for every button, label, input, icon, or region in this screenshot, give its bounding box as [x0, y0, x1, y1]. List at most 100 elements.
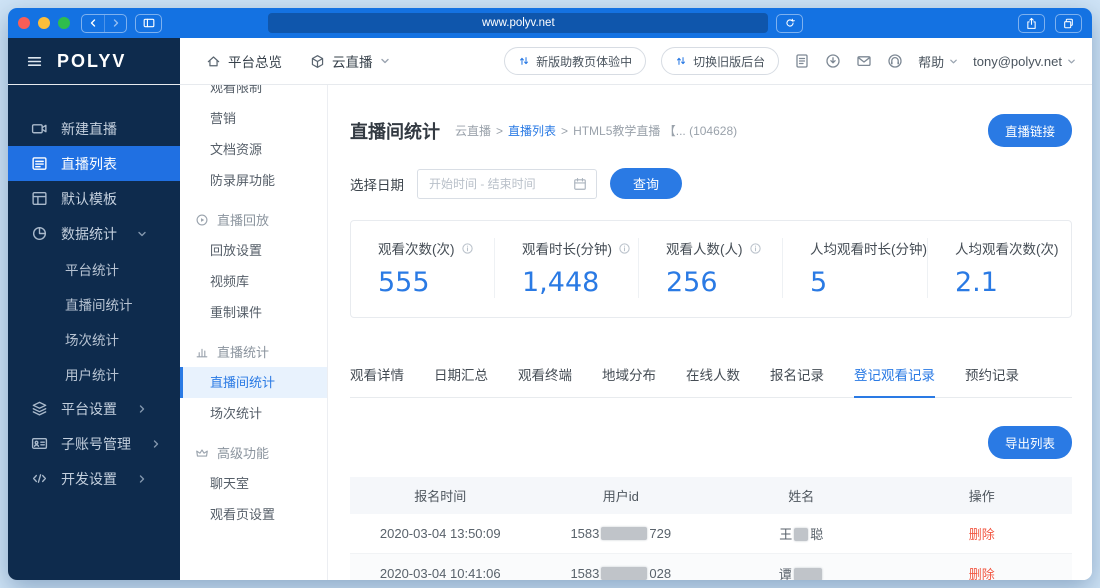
tab-reservation-records[interactable]: 预约记录 — [965, 364, 1019, 397]
tab-online-users[interactable]: 在线人数 — [686, 364, 740, 397]
notice-icon[interactable] — [794, 53, 810, 69]
nav-platform-overview-label: 平台总览 — [228, 55, 282, 70]
name-suffix: 聪 — [810, 527, 824, 542]
stat-viewer-count: 观看人数(人) 256 — [638, 238, 782, 298]
subnav-item-session-statistics[interactable]: 场次统计 — [180, 398, 327, 429]
switch-old-admin-label: 切换旧版后台 — [693, 54, 766, 69]
subnav-group-live-statistics[interactable]: 直播统计 — [180, 336, 327, 367]
sidebar-item-platform-settings[interactable]: 平台设置 — [8, 391, 180, 426]
delete-link[interactable]: 删除 — [969, 567, 995, 580]
tab-signup-records[interactable]: 报名记录 — [770, 364, 824, 397]
sidebar-subitem-room-statistics[interactable]: 直播间统计 — [8, 286, 180, 321]
subnav-group-advanced[interactable]: 高级功能 — [180, 437, 327, 468]
address-bar[interactable]: www.polyv.net — [268, 13, 769, 33]
col-header-action: 操作 — [968, 489, 995, 504]
user-id-suffix: 729 — [649, 526, 672, 541]
polyv-logo[interactable]: POLYV — [57, 51, 126, 72]
forward-button[interactable] — [104, 14, 126, 32]
tab-date-summary[interactable]: 日期汇总 — [434, 364, 488, 397]
crown-icon — [195, 446, 209, 460]
live-link-button[interactable]: 直播链接 — [987, 114, 1072, 147]
subnav-item-marketing[interactable]: 营销 — [180, 103, 327, 134]
close-window-button[interactable] — [18, 17, 30, 29]
camera-icon — [30, 120, 48, 137]
zoom-window-button[interactable] — [58, 17, 70, 29]
reload-button[interactable] — [776, 13, 804, 33]
sidebar-item-live-list[interactable]: 直播列表 — [8, 146, 180, 181]
sidebar-subitem-session-statistics[interactable]: 场次统计 — [8, 321, 180, 356]
customer-service-icon[interactable] — [887, 53, 903, 69]
minimize-window-button[interactable] — [38, 17, 50, 29]
sidebar-item-data-statistics[interactable]: 数据统计 — [8, 216, 180, 251]
breadcrumb: 云直播 > 直播列表 > HTML5教学直播 【... (104628) — [455, 122, 737, 139]
share-icon — [1027, 17, 1036, 29]
delete-link[interactable]: 删除 — [969, 527, 995, 542]
export-list-button[interactable]: 导出列表 — [987, 426, 1072, 459]
sidebar-item-subaccount-management[interactable]: 子账号管理 — [8, 426, 180, 461]
sidebar-toggle-button[interactable] — [135, 13, 162, 33]
breadcrumb-separator: > — [496, 123, 504, 138]
tab-overview-button[interactable] — [1055, 13, 1082, 33]
switch-old-admin-button[interactable]: 切换旧版后台 — [661, 47, 780, 75]
subnav-item-room-statistics[interactable]: 直播间统计 — [180, 367, 327, 398]
tab-registered-watch-records[interactable]: 登记观看记录 — [854, 364, 935, 398]
chevron-right-icon — [151, 439, 161, 449]
subnav-item-anti-recording[interactable]: 防录屏功能 — [180, 165, 327, 196]
browser-chrome: www.polyv.net — [8, 8, 1092, 38]
subnav-item-watch-page-settings[interactable]: 观看页设置 — [180, 499, 327, 530]
name-prefix: 谭 — [778, 567, 792, 580]
tab-region-distribution[interactable]: 地域分布 — [602, 364, 656, 397]
sidebar-item-new-live[interactable]: 新建直播 — [8, 111, 180, 146]
share-button[interactable] — [1018, 13, 1045, 33]
tab-watch-details[interactable]: 观看详情 — [350, 364, 404, 397]
message-icon[interactable] — [856, 53, 872, 69]
sidebar-subitem-label: 场次统计 — [65, 332, 119, 348]
download-icon[interactable] — [825, 53, 841, 69]
date-range-input[interactable] — [417, 168, 597, 199]
subnav-item-playback-settings[interactable]: 回放设置 — [180, 235, 327, 266]
info-icon[interactable] — [461, 242, 474, 255]
back-button[interactable] — [82, 15, 104, 32]
new-assistant-page-button[interactable]: 新版助教页体验中 — [504, 47, 647, 75]
calendar-icon[interactable] — [573, 177, 587, 191]
breadcrumb-level1: 云直播 — [455, 124, 492, 138]
subnav-item-document-resources[interactable]: 文档资源 — [180, 134, 327, 165]
tab-watch-terminal[interactable]: 观看终端 — [518, 364, 572, 397]
subnav-item-chat-room[interactable]: 聊天室 — [180, 468, 327, 499]
user-id-prefix: 1583 — [570, 526, 600, 541]
hamburger-menu-icon[interactable] — [26, 53, 43, 70]
sidebar-subitem-platform-statistics[interactable]: 平台统计 — [8, 251, 180, 286]
help-menu[interactable]: 帮助 — [918, 52, 958, 71]
redaction-box — [601, 567, 648, 580]
subnav-item-watch-restriction[interactable]: 观看限制 — [180, 85, 327, 103]
id-card-icon — [30, 435, 48, 452]
chevron-down-icon — [949, 57, 958, 66]
browser-window: www.polyv.net POLYV 平台总览 云直播 新版助教页体验中 切换… — [8, 8, 1092, 580]
stat-value: 256 — [666, 267, 718, 298]
stat-view-count: 观看次数(次) 555 — [351, 238, 494, 298]
breadcrumb-level2-link[interactable]: 直播列表 — [508, 122, 556, 139]
subnav-item-video-library[interactable]: 视频库 — [180, 266, 327, 297]
subnav-group-playback[interactable]: 直播回放 — [180, 204, 327, 235]
sidebar-item-developer-settings[interactable]: 开发设置 — [8, 461, 180, 496]
logo-zone: POLYV — [8, 38, 180, 84]
statistics-tabs: 观看详情 日期汇总 观看终端 地域分布 在线人数 报名记录 登记观看记录 预约记… — [350, 364, 1072, 398]
sidebar-item-default-template[interactable]: 默认模板 — [8, 181, 180, 216]
info-icon[interactable] — [618, 242, 631, 255]
query-button[interactable]: 查询 — [610, 168, 683, 199]
account-menu[interactable]: tony@polyv.net — [973, 54, 1076, 69]
header-main: 平台总览 云直播 新版助教页体验中 切换旧版后台 帮助 tony@polyv.n… — [180, 38, 1092, 84]
nav-platform-overview[interactable]: 平台总览 — [206, 51, 282, 71]
sidebar-subitem-user-statistics[interactable]: 用户统计 — [8, 356, 180, 391]
subnav-group-label: 直播统计 — [217, 345, 270, 360]
history-nav-group — [81, 13, 127, 33]
info-icon[interactable] — [749, 242, 762, 255]
reload-icon — [786, 18, 795, 27]
stat-avg-views: 人均观看次数(次) 2.1 — [927, 238, 1071, 298]
subnav-item-remake-courseware[interactable]: 重制课件 — [180, 297, 327, 328]
nav-product-switcher[interactable]: 云直播 — [310, 51, 390, 71]
date-range-field[interactable] — [427, 175, 567, 192]
code-icon — [30, 470, 48, 487]
pie-chart-icon — [30, 225, 48, 242]
stat-label: 观看人数(人) — [666, 242, 743, 257]
